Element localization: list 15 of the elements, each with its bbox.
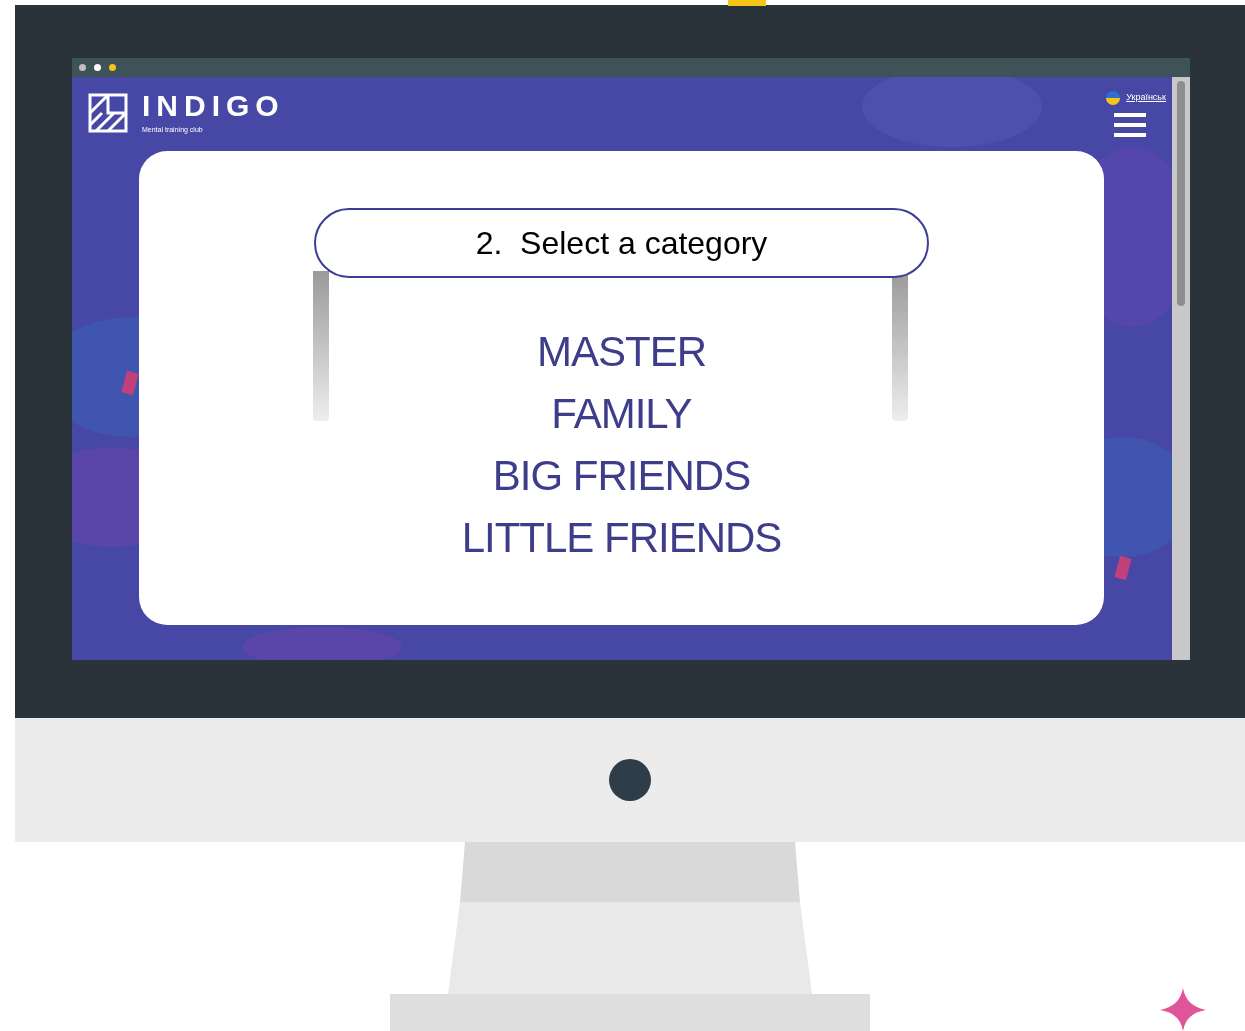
menu-icon[interactable] — [1114, 111, 1146, 139]
flag-icon — [1106, 91, 1121, 105]
logo-text: INDIGO — [142, 91, 285, 121]
scrollbar[interactable] — [1172, 77, 1190, 660]
category-option[interactable]: LITTLE FRIENDS — [461, 514, 782, 562]
top-tab-icon — [728, 0, 766, 6]
card-title: 2. Select a category — [475, 224, 768, 263]
camera-icon — [609, 759, 651, 801]
category-option[interactable]: BIG FRIENDS — [492, 452, 751, 500]
category-option[interactable]: MASTER — [537, 328, 706, 376]
language-link[interactable]: Українськ — [1126, 91, 1166, 105]
category-option[interactable]: FAMILY — [551, 390, 692, 438]
logo-icon — [88, 93, 128, 134]
sparkle-icon — [1160, 988, 1206, 1031]
scrollbar-thumb[interactable] — [1177, 81, 1185, 306]
